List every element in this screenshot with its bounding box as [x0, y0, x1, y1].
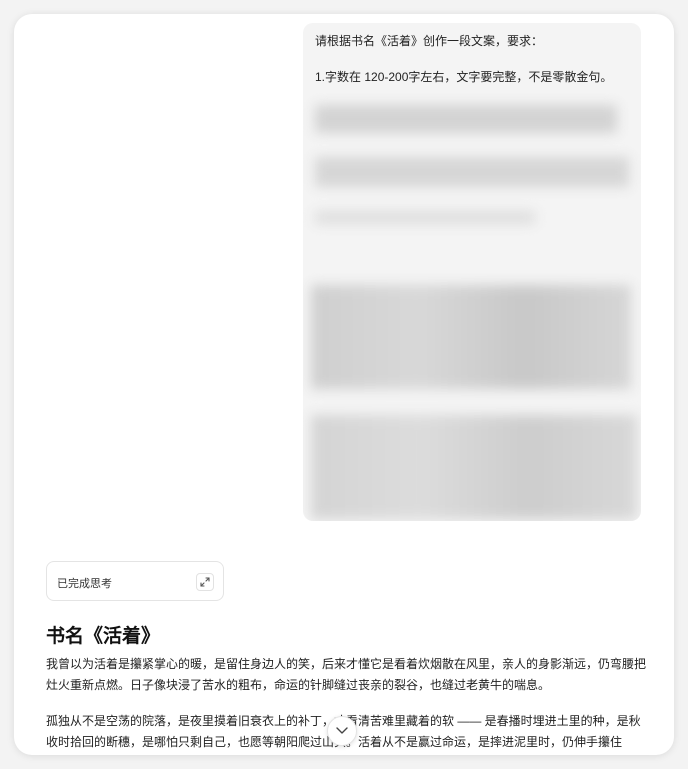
answer-title: 书名《活着》 — [46, 626, 161, 647]
blurred-content — [311, 415, 637, 519]
thinking-status-card[interactable]: 已完成思考 — [46, 561, 224, 601]
blurred-content — [315, 157, 629, 187]
blurred-content — [311, 285, 631, 389]
user-message-line-1: 请根据书名《活着》创作一段文案，要求： — [315, 34, 544, 48]
blurred-content — [315, 105, 617, 133]
scroll-to-bottom-button[interactable] — [327, 716, 357, 746]
chat-panel: 请根据书名《活着》创作一段文案，要求： 1.字数在 120-200字左右，文字要… — [14, 14, 674, 755]
blurred-content — [315, 211, 535, 224]
thinking-status-label: 已完成思考 — [57, 578, 112, 590]
chevron-down-icon — [336, 727, 348, 734]
user-message-bubble: 请根据书名《活着》创作一段文案，要求： 1.字数在 120-200字左右，文字要… — [303, 23, 641, 521]
expand-icon — [200, 577, 210, 587]
expand-button[interactable] — [196, 573, 214, 591]
user-message-line-2: 1.字数在 120-200字左右，文字要完整，不是零散金句。 — [315, 70, 613, 84]
answer-paragraph: 我曾以为活着是攥紧掌心的暖，是留住身边人的笑，后来才懂它是看着炊烟散在风里，亲人… — [46, 657, 647, 692]
